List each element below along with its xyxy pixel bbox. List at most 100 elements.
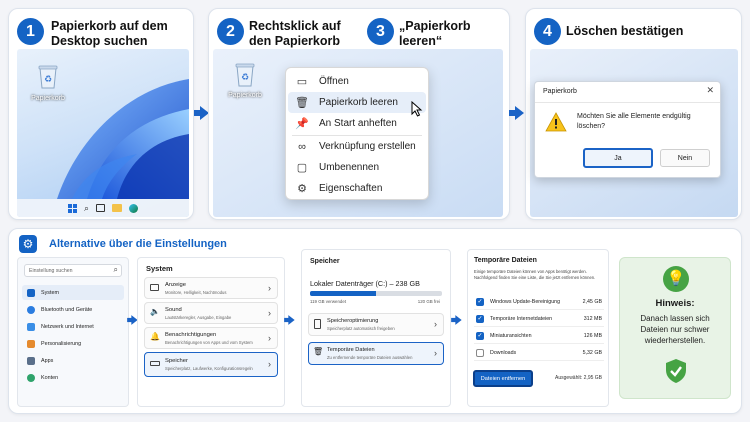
checkbox[interactable]: ✓ [476,298,484,306]
close-icon[interactable]: ✕ [706,85,714,96]
menu-item-label: Verknüpfung erstellen [319,141,416,152]
file-name: Downloads [490,350,517,356]
storage-row-sense[interactable]: Speicheroptimierung Speicherplatz automa… [308,313,444,336]
chevron-right-icon: › [268,283,271,293]
recycle-bin-desktop-icon-2[interactable]: ♻ Papierkorb [223,61,267,99]
task-view-icon[interactable] [96,204,106,212]
chevron-right-icon: › [268,308,271,318]
row-title: Sound [165,307,182,313]
checkbox[interactable] [476,349,484,357]
file-name: Miniaturansichten [490,333,532,339]
temp-file-row[interactable]: Downloads 5,32 GB [474,346,604,361]
nav-item-personalization[interactable]: Personalisierung [22,336,124,351]
system-row-storage[interactable]: Speicher Speicherplatz, Laufwerke, Konfi… [144,352,278,377]
menu-item-label: Eigenschaften [319,183,383,194]
storage-row-temp-files[interactable]: 🗑 Temporäre Dateien Zu entfernende tempo… [308,342,444,365]
svg-text:♻: ♻ [241,73,249,83]
recycle-bin-label: Papierkorb [228,92,262,99]
recycle-bin-icon: ♻ [235,63,255,87]
settings-nav-panel: Einstellung suchen ⌕ System Bluetooth un… [17,257,129,407]
checkbox[interactable]: ✓ [476,315,484,323]
settings-icon: ⚙ [297,183,307,195]
alternative-card: ⚙ Alternative über die Einstellungen Ein… [8,228,742,414]
row-subtitle: Zu entfernende temporäre Dateien auswähl… [327,355,413,360]
settings-gear-badge: ⚙ [19,235,37,253]
remove-files-button[interactable]: Dateien entfernen [473,370,533,387]
display-icon [150,284,159,291]
nav-item-system[interactable]: System [22,285,124,300]
search-icon[interactable]: ⌕ [84,203,89,214]
recycle-bin-icon: ♻ [38,65,58,89]
personalization-icon [27,339,35,348]
system-panel: System Anzeige Monitore, Helligkeit, Nac… [137,257,285,407]
temp-file-row[interactable]: ✓ Temporäre Internetdateien 312 MB [474,312,604,327]
system-row-sound[interactable]: 🔈 Sound Lautstärkeregler, Ausgabe, Einga… [144,302,278,324]
temp-file-row[interactable]: ✓ Miniaturansichten 126 MB [474,329,604,344]
temp-file-row[interactable]: ✓ Windows Update-Bereinigung 2,45 GB [474,295,604,310]
warning-icon [545,112,567,132]
row-subtitle: Lautstärkeregler, Ausgabe, Eingabe [165,315,232,320]
lightbulb-icon: 💡 [663,266,689,292]
temp-title: Temporäre Dateien [474,257,537,264]
alternative-title: Alternative über die Einstellungen [49,238,227,250]
row-subtitle: Monitore, Helligkeit, Nachtmodus [165,290,227,295]
nav-item-network[interactable]: Netzwerk und Internet [22,319,124,334]
menu-item-empty-recycle-bin[interactable]: 🗑 Papierkorb leeren [288,92,426,113]
yes-button[interactable]: Ja [583,148,653,168]
menu-item-pin-to-start[interactable]: 📌 An Start anheften [288,113,426,134]
settings-search-box[interactable]: Einstellung suchen ⌕ [24,264,122,277]
file-size: 312 MB [583,316,602,322]
checkbox[interactable]: ✓ [476,332,484,340]
menu-item-open[interactable]: ▭ Öffnen [288,71,426,92]
step-1-number: 1 [17,18,44,45]
storage-bar-fill [310,291,376,296]
nav-label: Konten [41,374,59,381]
nav-item-apps[interactable]: Apps [22,353,124,368]
open-icon: ▭ [296,76,308,88]
sound-icon: 🔈 [150,307,160,316]
step-1-card: 1 Papierkorb auf dem Desktop suchen ♻ Pa… [8,8,194,220]
svg-text:♻: ♻ [44,75,52,85]
menu-item-properties[interactable]: ⚙ Eigenschaften [288,178,426,199]
chevron-right-icon: › [434,319,437,329]
shield-check-icon [666,359,686,383]
menu-item-label: An Start anheften [319,118,397,129]
mouse-cursor-icon [411,101,423,117]
system-row-display[interactable]: Anzeige Monitore, Helligkeit, Nachtmodus… [144,277,278,299]
bell-icon: 🔔 [150,332,160,341]
temp-files-panel: Temporäre Dateien Einige temporäre Datei… [467,249,609,407]
step-2-title: Rechtsklick auf den Papierkorb [249,19,341,48]
row-title: Temporäre Dateien [327,347,375,353]
menu-item-create-shortcut[interactable]: ∞ Verknüpfung erstellen [288,136,426,157]
chevron-right-icon: › [434,348,437,358]
menu-item-label: Öffnen [319,76,349,87]
selected-total: Ausgewählt: 2,95 GB [555,375,602,381]
menu-item-label: Umbenennen [319,162,380,173]
edge-icon[interactable] [129,203,139,213]
system-row-notifications[interactable]: 🔔 Benachrichtigungen Benachrichtigungen … [144,327,278,349]
nav-item-accounts[interactable]: Konten [22,370,124,385]
row-title: Benachrichtigungen [165,332,217,338]
no-button[interactable]: Nein [660,149,710,167]
step-2-number: 2 [217,18,244,45]
nav-item-bluetooth[interactable]: Bluetooth und Geräte [22,302,124,317]
used-label: 119 GB verwendet [310,299,347,304]
windows-icon[interactable] [67,203,77,213]
recycle-bin-desktop-icon[interactable]: ♻ Papierkorb [31,63,65,109]
step-1-title: Papierkorb auf dem Desktop suchen [51,19,168,48]
row-subtitle: Speicherplatz automatisch freigeben [327,326,395,331]
file-name: Temporäre Internetdateien [490,316,553,322]
dialog-message: Möchten Sie alle Elemente endgültig lösc… [577,113,691,130]
step-4-title: Löschen bestätigen [566,24,684,38]
menu-item-rename[interactable]: ▢ Umbenennen [288,157,426,178]
nav-label: Personalisierung [41,340,82,347]
pin-icon: 📌 [295,118,309,130]
drive-label: Lokaler Datenträger (C:) – 238 GB [310,279,420,288]
file-name: Windows Update-Bereinigung [490,299,561,305]
chevron-right-icon: › [268,333,271,343]
step-4-number: 4 [534,18,561,45]
row-subtitle: Speicherplatz, Laufwerke, Konfigurations… [165,366,253,371]
system-icon [27,288,35,297]
file-explorer-icon[interactable] [112,204,123,212]
confirm-dialog: Papierkorb ✕ Möchten Sie alle Elemente e… [534,81,721,178]
